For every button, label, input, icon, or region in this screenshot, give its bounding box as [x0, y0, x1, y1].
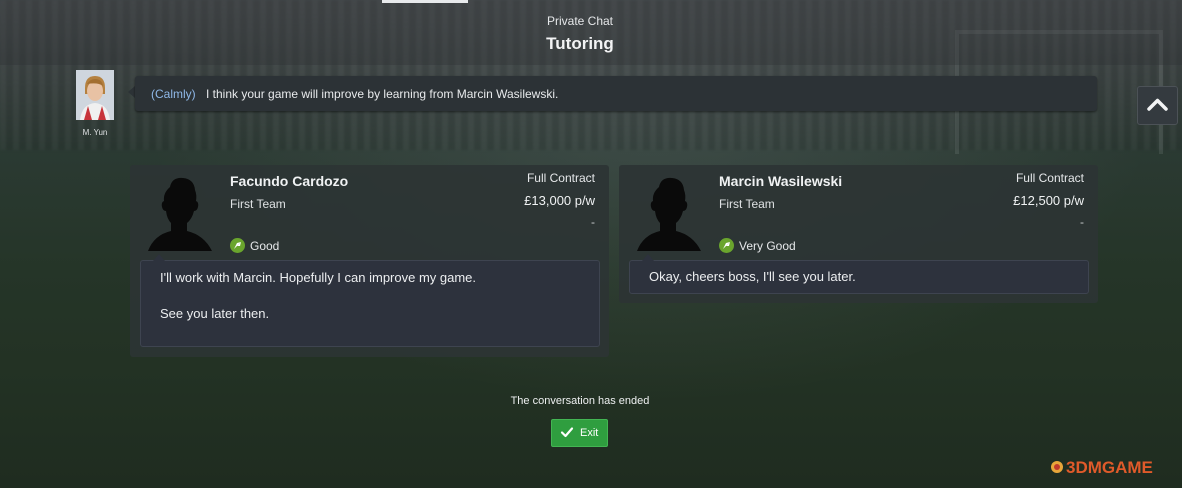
- coach-avatar[interactable]: [76, 70, 114, 120]
- page-subtitle: Private Chat: [546, 14, 614, 28]
- player-wage: £13,000 p/w: [524, 193, 595, 208]
- page-title: Tutoring: [546, 34, 614, 53]
- arrow-icon: [719, 238, 734, 253]
- reaction-label: Very Good: [739, 239, 796, 253]
- player-card-facundo-cardozo: Facundo Cardozo First Team Full Contract…: [130, 165, 609, 357]
- message-tone[interactable]: (Calmly): [151, 87, 196, 101]
- player-contract: Full Contract: [1015, 171, 1084, 185]
- checkmark-icon: [560, 427, 574, 438]
- watermark: 3DMGAME: [1048, 446, 1182, 488]
- player-contract: Full Contract: [526, 171, 595, 185]
- active-tab-indicator: [382, 0, 468, 3]
- exit-button[interactable]: Exit: [551, 419, 608, 447]
- reply-line: I'll work with Marcin. Hopefully I can i…: [160, 270, 477, 285]
- exit-label: Exit: [580, 427, 599, 439]
- player-reply-bubble: Okay, cheers boss, I'll see you later.: [629, 254, 1089, 294]
- reply-line: See you later then.: [160, 306, 270, 321]
- scroll-up-button[interactable]: [1137, 86, 1178, 125]
- player-silhouette-icon[interactable]: [146, 173, 214, 251]
- player-squad: First Team: [230, 197, 286, 211]
- coach-message-text: I think your game will improve by learni…: [206, 87, 559, 101]
- conversation-status: The conversation has ended: [510, 395, 650, 407]
- player-extra: -: [591, 215, 595, 229]
- coach-message-bubble: (Calmly) I think your game will improve …: [135, 76, 1097, 111]
- player-card-marcin-wasilewski: Marcin Wasilewski First Team Full Contra…: [619, 165, 1098, 303]
- reply-tail: [153, 254, 165, 261]
- player-extra: -: [1080, 215, 1084, 229]
- player-name[interactable]: Marcin Wasilewski: [719, 173, 842, 189]
- reply-line: Okay, cheers boss, I'll see you later.: [649, 269, 856, 284]
- watermark-logo-icon: [1051, 461, 1063, 473]
- header-band: [0, 0, 1182, 65]
- player-name[interactable]: Facundo Cardozo: [230, 173, 348, 189]
- reply-tail: [642, 254, 654, 261]
- chevron-up-icon: [1147, 98, 1168, 111]
- player-wage: £12,500 p/w: [1013, 193, 1084, 208]
- player-squad: First Team: [719, 197, 775, 211]
- reaction-label: Good: [250, 239, 280, 253]
- coach-name: M. Yun: [82, 128, 108, 137]
- arrow-icon: [230, 238, 245, 253]
- player-silhouette-icon[interactable]: [635, 173, 703, 251]
- player-reply-bubble: I'll work with Marcin. Hopefully I can i…: [140, 254, 600, 347]
- bubble-tail: [128, 86, 135, 98]
- watermark-logo-text: 3DMGAME: [1066, 458, 1153, 477]
- coach-portrait-icon: [76, 70, 114, 120]
